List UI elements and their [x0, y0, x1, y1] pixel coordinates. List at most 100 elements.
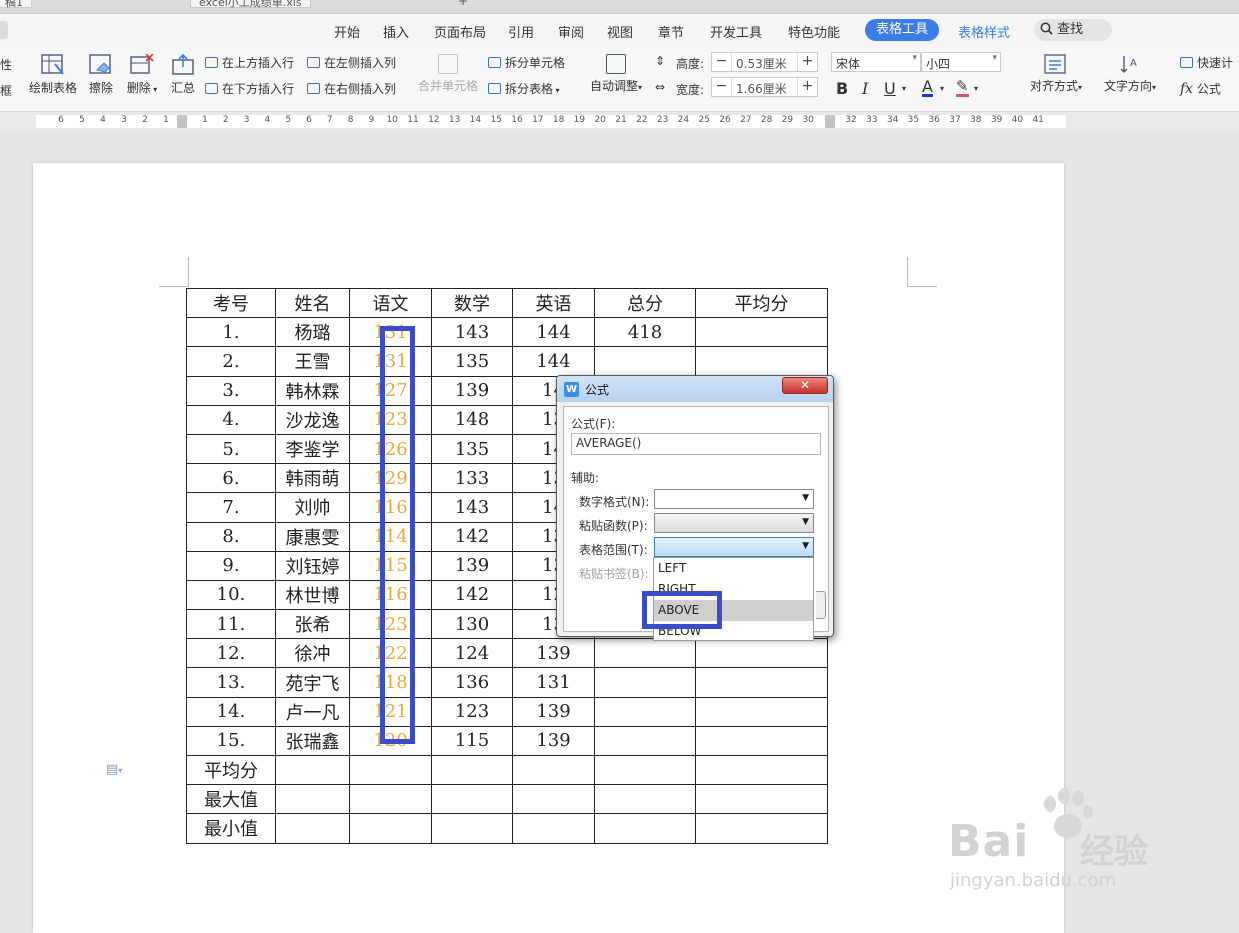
- table-cell[interactable]: 5.: [186, 433, 276, 465]
- table-cell[interactable]: 4.: [186, 404, 276, 435]
- table-cell[interactable]: 130: [431, 609, 513, 640]
- header-cell[interactable]: 语文: [349, 287, 432, 319]
- table-cell[interactable]: [695, 638, 828, 669]
- table-cell[interactable]: 1.: [186, 317, 276, 348]
- table-cell[interactable]: 123: [431, 696, 513, 727]
- table-cell[interactable]: 133: [431, 463, 513, 494]
- table-cell[interactable]: 13.: [186, 667, 276, 698]
- table-cell[interactable]: 144: [512, 346, 595, 377]
- table-header-row[interactable]: 考号 姓名 语文 数学 英语 总分 平均分: [186, 287, 828, 319]
- auto-fit-button[interactable]: 自动调整▾: [588, 54, 644, 94]
- table-cell[interactable]: [695, 696, 828, 727]
- highlight-icon[interactable]: ✎: [956, 79, 969, 97]
- table-cell[interactable]: [594, 754, 696, 786]
- table-cell[interactable]: 8.: [186, 521, 276, 552]
- insert-above-button[interactable]: 在上方插入行: [205, 54, 294, 71]
- table-cell[interactable]: [594, 638, 696, 669]
- table-cell[interactable]: 131: [512, 667, 595, 698]
- table-cell[interactable]: 3.: [186, 375, 276, 406]
- table-cell[interactable]: 136: [431, 667, 513, 698]
- table-cell[interactable]: 韩林霖: [275, 375, 350, 406]
- table-cell[interactable]: [275, 784, 350, 815]
- insert-left-button[interactable]: 在左侧插入列: [307, 54, 396, 71]
- width-decrease-button[interactable]: −: [712, 78, 732, 96]
- table-cell[interactable]: [431, 754, 513, 786]
- table-cell[interactable]: 135: [431, 433, 513, 465]
- table-cell[interactable]: [695, 667, 828, 698]
- table-cell[interactable]: [512, 754, 595, 786]
- table-cell[interactable]: [594, 813, 696, 844]
- align-button[interactable]: 对齐方式▾: [1030, 54, 1082, 94]
- table-range-select[interactable]: ▼: [654, 537, 814, 557]
- table-cell[interactable]: 刘帅: [275, 492, 350, 523]
- table-cell[interactable]: [349, 754, 432, 786]
- table-cell[interactable]: 2.: [186, 346, 276, 377]
- header-cell[interactable]: 数学: [431, 287, 513, 319]
- table-cell[interactable]: 李鉴学: [275, 433, 350, 465]
- table-cell[interactable]: [594, 346, 696, 377]
- table-cell[interactable]: 139: [512, 696, 595, 727]
- header-cell[interactable]: 总分: [594, 287, 696, 319]
- table-cell[interactable]: 143: [431, 317, 513, 348]
- table-row[interactable]: 14. 卢一凡 121 123 139: [186, 696, 828, 727]
- table-cell[interactable]: 张希: [275, 609, 350, 640]
- new-tab-button[interactable]: +: [458, 0, 468, 8]
- table-row[interactable]: 15. 张瑞鑫 120 115 139: [186, 725, 828, 757]
- close-button[interactable]: ✕: [782, 377, 828, 394]
- table-cell[interactable]: 徐冲: [275, 638, 350, 669]
- table-cell[interactable]: [594, 696, 696, 727]
- quick-calc-button[interactable]: 快速计: [1180, 54, 1233, 71]
- table-cell[interactable]: 142: [431, 521, 513, 552]
- table-cell[interactable]: 143: [431, 492, 513, 523]
- width-stepper[interactable]: − 1.66厘米 +: [711, 77, 818, 97]
- doc-tab-2[interactable]: excel小工成绩单.xls: [190, 0, 311, 9]
- table-cell[interactable]: [275, 754, 350, 786]
- formula-button[interactable]: fx 公式: [1180, 80, 1221, 97]
- horizontal-ruler[interactable]: 6 5 4 3 2 1 1 2 3 4 5 6 7 8 9 10 11 12 13 14 15 16 17 18 19 20 21 2…: [0, 112, 1239, 130]
- table-cell[interactable]: [594, 667, 696, 698]
- underline-button[interactable]: U: [884, 79, 896, 98]
- table-cell[interactable]: 139: [431, 375, 513, 406]
- height-stepper[interactable]: − 0.53厘米 +: [711, 52, 818, 72]
- table-cell[interactable]: 卢一凡: [275, 696, 350, 727]
- footer-label-cell[interactable]: 最小值: [186, 813, 276, 844]
- header-cell[interactable]: 考号: [186, 287, 276, 319]
- menu-table-style[interactable]: 表格样式: [958, 22, 1010, 41]
- header-cell[interactable]: 平均分: [695, 287, 828, 319]
- height-decrease-button[interactable]: −: [712, 53, 732, 71]
- table-cell[interactable]: [695, 346, 828, 377]
- table-cell[interactable]: 115: [431, 725, 513, 757]
- width-increase-button[interactable]: +: [797, 78, 817, 96]
- table-cell[interactable]: 14.: [186, 696, 276, 727]
- table-cell[interactable]: 418: [594, 317, 696, 348]
- table-cell[interactable]: 139: [512, 725, 595, 757]
- menu-insert[interactable]: 插入: [383, 22, 409, 41]
- table-cell[interactable]: 11.: [186, 609, 276, 640]
- menu-home[interactable]: 开始: [334, 22, 360, 41]
- table-cell[interactable]: 6.: [186, 463, 276, 494]
- table-footer-row[interactable]: 最大值: [186, 784, 828, 815]
- menu-chapter[interactable]: 章节: [658, 22, 684, 41]
- header-cell[interactable]: 姓名: [275, 287, 350, 319]
- font-name-select[interactable]: 宋体 ▾: [831, 52, 921, 72]
- draw-table-button[interactable]: 绘制表格: [28, 54, 78, 96]
- formula-input[interactable]: AVERAGE(): [571, 433, 821, 455]
- table-cell[interactable]: 张瑞鑫: [275, 725, 350, 757]
- menu-developer[interactable]: 开发工具: [710, 22, 762, 41]
- table-row[interactable]: 13. 苑宇飞 118 136 131: [186, 667, 828, 698]
- number-format-select[interactable]: ▼: [654, 489, 814, 509]
- table-cell[interactable]: [695, 317, 828, 348]
- table-cell[interactable]: [594, 784, 696, 815]
- range-option-left[interactable]: LEFT: [654, 558, 813, 579]
- text-direction-button[interactable]: A 文字方向▾: [1102, 54, 1158, 94]
- table-cell[interactable]: 9.: [186, 550, 276, 581]
- table-cell[interactable]: [512, 784, 595, 815]
- table-cell[interactable]: 韩雨萌: [275, 463, 350, 494]
- summary-button[interactable]: 汇总: [169, 53, 197, 96]
- table-footer-row[interactable]: 平均分: [186, 754, 828, 786]
- table-footer-row[interactable]: 最小值: [186, 813, 828, 844]
- table-cell[interactable]: 王雪: [275, 346, 350, 377]
- paste-function-select[interactable]: ▼: [654, 513, 814, 533]
- font-color-button[interactable]: A: [922, 79, 933, 97]
- table-row[interactable]: 1. 杨璐 131 143 144 418: [186, 317, 828, 348]
